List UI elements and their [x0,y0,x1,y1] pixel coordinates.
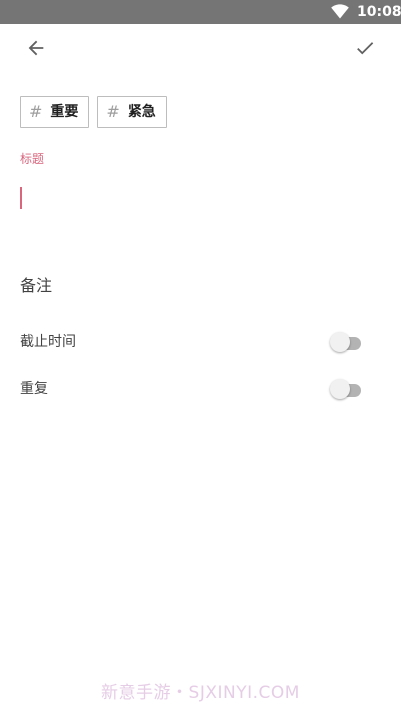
status-bar: 10:08 [0,0,401,24]
deadline-setting-row: 截止时间 [0,320,401,360]
deadline-label: 截止时间 [20,334,76,350]
repeat-label: 重复 [20,381,48,397]
note-field[interactable]: 备注 [20,272,52,296]
wifi-icon [331,4,349,19]
toolbar [0,24,401,72]
arrow-left-icon [28,40,44,56]
toggle-thumb [330,332,350,352]
tag-label: 紧急 [127,104,156,120]
watermark: 新意手游・SJXINYI.COM [101,683,300,703]
checkmark-icon [357,42,374,55]
status-time: 10:08 [357,4,401,20]
tag-chip-urgent[interactable]: # 紧急 [97,96,167,128]
back-button[interactable] [20,32,52,64]
deadline-toggle[interactable] [330,330,362,352]
hash-icon: # [106,102,120,121]
tag-label: 重要 [50,104,79,120]
save-button[interactable] [349,32,381,64]
repeat-setting-row: 重复 [0,367,401,407]
repeat-toggle[interactable] [330,377,362,399]
add-task-screen: 10:08 # 重要 # 紧急 标题 备注 截止时间 重复 新意手游・SJXIN… [0,0,401,710]
tag-chip-important[interactable]: # 重要 [20,96,90,128]
text-cursor [20,187,22,209]
toggle-thumb [330,379,350,399]
title-field-label: 标题 [20,152,45,166]
title-input[interactable] [20,180,381,216]
tag-list: # 重要 # 紧急 [20,96,167,128]
hash-icon: # [29,102,43,121]
